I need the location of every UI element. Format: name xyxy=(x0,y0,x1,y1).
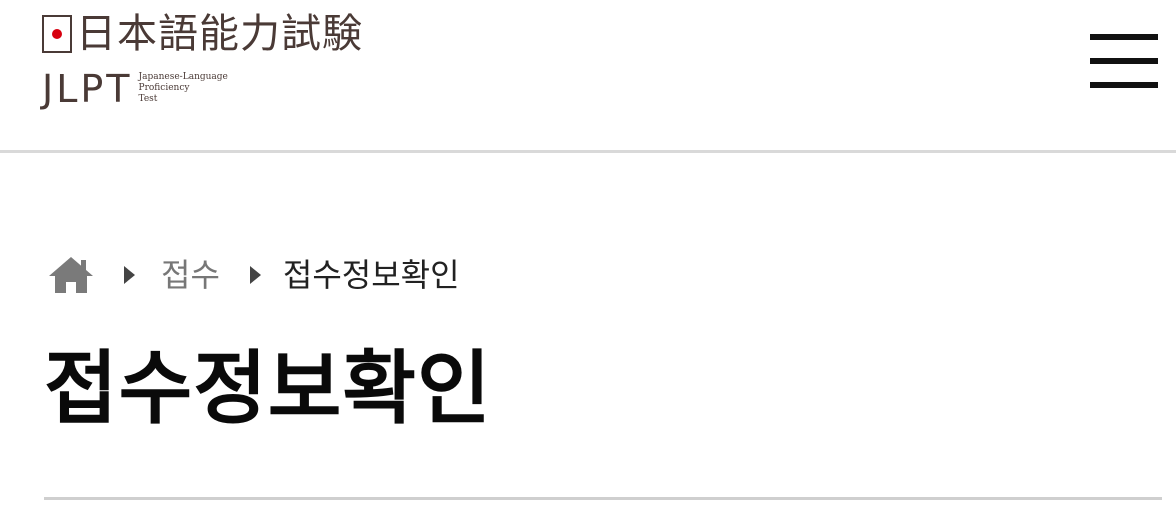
triangle-right-icon xyxy=(124,266,135,284)
home-icon[interactable] xyxy=(48,255,94,295)
jlpt-logo[interactable]: 日本語能力試験 JLPT Japanese-Language Proficien… xyxy=(42,8,402,123)
flag-red-dot xyxy=(52,29,62,39)
menu-bar-middle xyxy=(1090,58,1158,64)
triangle-right-icon xyxy=(249,266,261,284)
hamburger-menu-button[interactable] xyxy=(1090,34,1158,92)
logo-subtitle-line: Japanese-Language xyxy=(138,72,228,82)
logo-jlpt-text: JLPT xyxy=(42,67,133,111)
logo-top-row: 日本語能力試験 xyxy=(42,8,363,60)
logo-subtitle-line: Test xyxy=(138,94,158,104)
breadcrumb: 접수 접수정보확인 xyxy=(48,248,460,302)
breadcrumb-current: 접수정보확인 xyxy=(282,256,460,294)
logo-subtitle: Japanese-Language Proficiency Test xyxy=(139,72,228,105)
site-header: 日本語能力試験 JLPT Japanese-Language Proficien… xyxy=(0,0,1176,153)
logo-subtitle-line: Proficiency xyxy=(138,83,190,93)
page-title: 접수정보확인 xyxy=(44,342,492,435)
breadcrumb-link-application[interactable]: 접수 xyxy=(161,248,220,302)
menu-bar-bottom xyxy=(1090,82,1158,88)
menu-bar-top xyxy=(1090,34,1158,40)
title-divider xyxy=(44,497,1162,500)
logo-bottom-row: JLPT Japanese-Language Proficiency Test xyxy=(42,66,228,120)
home-icon-svg xyxy=(49,257,93,293)
logo-kanji-text: 日本語能力試験 xyxy=(76,11,363,57)
japan-flag-icon xyxy=(42,15,72,53)
